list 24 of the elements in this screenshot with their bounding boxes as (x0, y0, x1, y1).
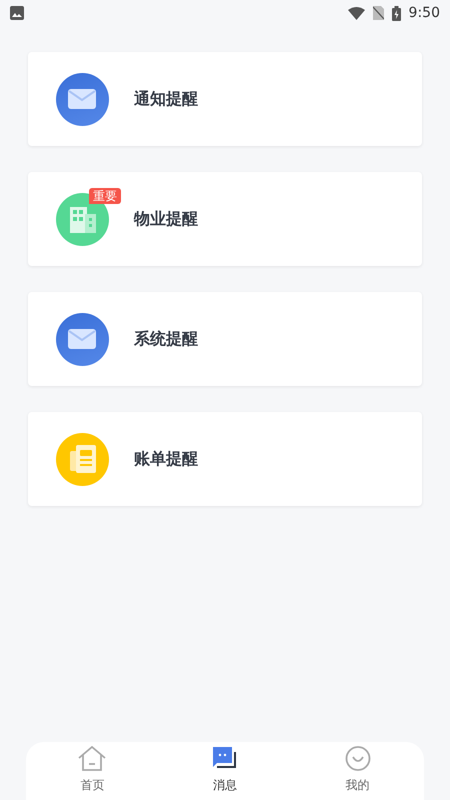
battery-icon (392, 6, 401, 20)
nav-tab[interactable]: 消息 (158, 742, 292, 800)
reminder-card[interactable]: 重要 物业提醒 (28, 172, 422, 266)
envelope-icon (68, 88, 96, 108)
nav-tab[interactable]: 首页 (26, 742, 159, 800)
building-icon (70, 206, 96, 232)
reminder-card[interactable]: 账单提醒 (28, 412, 422, 506)
reminder-card[interactable]: 通知提醒 (28, 52, 422, 146)
reminder-title: 物业提醒 (134, 208, 198, 230)
chat-icon (211, 746, 239, 771)
reminder-title: 通知提醒 (134, 88, 198, 110)
status-time: 9:50 (408, 4, 440, 22)
smile-icon (344, 746, 371, 771)
wifi-icon (348, 6, 365, 20)
important-tag: 重要 (89, 188, 121, 204)
no-sim-icon (372, 6, 384, 20)
nav-tab[interactable]: 我的 (291, 742, 424, 800)
home-icon (78, 746, 106, 771)
reminder-title: 系统提醒 (134, 328, 198, 350)
reminder-card[interactable]: 系统提醒 (28, 292, 422, 386)
document-icon (70, 444, 96, 472)
envelope-icon (68, 328, 96, 348)
image-icon (10, 6, 24, 20)
reminder-title: 账单提醒 (134, 448, 198, 470)
